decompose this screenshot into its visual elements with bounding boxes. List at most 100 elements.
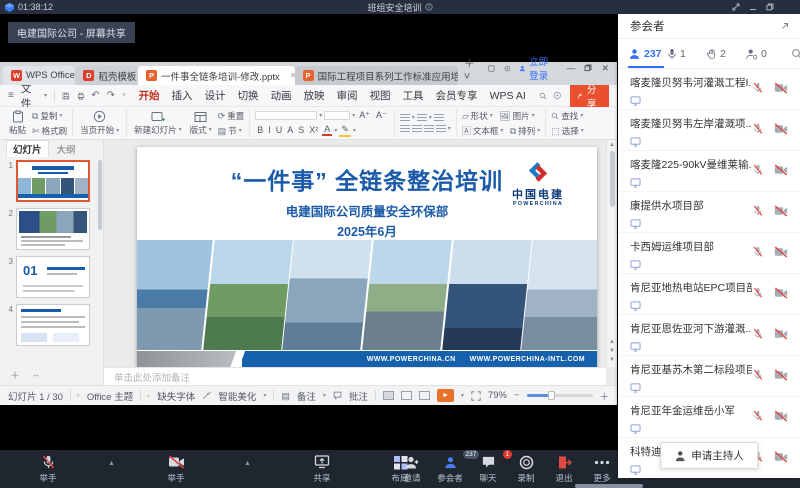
tab-waiting[interactable]: 0 (745, 48, 784, 60)
wps-menu-tab[interactable]: 审阅 (331, 87, 364, 104)
participant-row[interactable]: 喀麦隆贝努韦河灌溉工程I... (618, 69, 800, 110)
tab-slides[interactable]: 幻灯片 (6, 140, 49, 157)
align-left-icon[interactable] (400, 125, 410, 133)
next-slide-icon[interactable]: ▼ (609, 348, 615, 354)
notes-placeholder[interactable]: 单击此处添加备注 (104, 367, 606, 385)
participant-row[interactable]: 肯尼亚恩佐亚河下游灌溉... (618, 315, 800, 356)
mic-options-caret-icon[interactable]: ▲ (108, 460, 115, 467)
slide-thumbnail-3[interactable]: 01 (16, 256, 90, 298)
section-button[interactable]: ▤节▾ (218, 125, 245, 137)
slide-scrollbar[interactable]: ▲ ▲ ▼ ▼ (606, 140, 617, 367)
increase-font-icon[interactable]: A⁺ (357, 110, 372, 121)
hamburger-menu-icon[interactable]: ≡ (8, 90, 14, 101)
font-style-button[interactable]: B (255, 125, 265, 135)
wps-menu-tab[interactable]: WPS AI (484, 89, 532, 103)
close-tab-icon[interactable]: ✕ (290, 71, 295, 80)
reading-view-icon[interactable] (419, 391, 430, 400)
wps-menu-tab[interactable]: 插入 (166, 87, 199, 104)
smart-beautify-button[interactable]: 智能美化 (218, 389, 256, 403)
arrange-button[interactable]: 排列 (518, 125, 535, 137)
participant-camera-muted-icon[interactable] (774, 163, 788, 181)
font-style-button[interactable]: A (285, 125, 295, 135)
info-icon[interactable] (425, 3, 433, 11)
font-style-button[interactable]: I (266, 125, 273, 135)
fullscreen-icon[interactable] (732, 3, 740, 11)
participant-mic-muted-icon[interactable] (752, 122, 764, 140)
paste-button[interactable]: 粘贴 (7, 110, 28, 136)
participant-camera-muted-icon[interactable] (774, 286, 788, 304)
search-icon[interactable] (539, 91, 547, 101)
participants-button[interactable]: 237 参会者 (432, 454, 468, 484)
slide-thumbnail-2[interactable] (16, 208, 90, 250)
slide-thumbnail-4[interactable] (16, 304, 90, 346)
align-right-icon[interactable] (424, 125, 434, 133)
slide-thumbnail-1[interactable] (16, 160, 90, 202)
slide-canvas[interactable]: “一件事” 全链条整治培训 电建国际公司质量安全环保部 2025年6月 中国电建… (137, 147, 597, 368)
indent-icon[interactable] (434, 114, 444, 122)
slide-layout-button[interactable]: 版式▾ (188, 111, 214, 136)
picture-button[interactable]: 图片 (513, 110, 530, 122)
missing-font-warning[interactable]: 缺失字体 (157, 389, 195, 403)
mic-button[interactable]: 举手 (26, 454, 70, 484)
settings-icon[interactable] (504, 64, 511, 73)
participant-row[interactable]: 卡西姆运维项目部 (618, 233, 800, 274)
quick-access-caret-icon[interactable]: ˅ (122, 93, 126, 99)
wps-menu-tab[interactable]: 开始 (133, 87, 166, 104)
restore-icon[interactable] (766, 3, 774, 11)
minimize-icon[interactable] (749, 3, 757, 11)
font-color-button[interactable]: A (322, 124, 332, 136)
theme-name[interactable]: Office 主题 (87, 389, 133, 403)
format-painter-button[interactable]: ✄格式刷 (32, 125, 67, 137)
justify-icon[interactable] (436, 125, 446, 133)
copy-button[interactable]: ⧉复制▾ (32, 110, 67, 122)
help-icon[interactable] (553, 90, 561, 101)
save-icon[interactable] (62, 91, 70, 101)
participant-mic-muted-icon[interactable] (752, 81, 764, 99)
participant-row[interactable]: 肯尼亚基苏木第二标段项目 (618, 356, 800, 397)
font-style-button[interactable]: U (274, 125, 285, 135)
participant-row[interactable]: 喀麦隆贝努韦左岸灌溉项... (618, 110, 800, 151)
wps-minimize-icon[interactable]: — (566, 63, 575, 73)
textbox-button[interactable]: 🄰文本框▾ ⧉排列▾ (462, 125, 540, 137)
background-document-tab[interactable]: P 国际工程项目系列工作标准应用培训 (295, 66, 458, 85)
wps-menu-tab[interactable]: 会员专享 (430, 87, 484, 104)
align-center-icon[interactable] (412, 125, 422, 133)
new-slide-button[interactable]: 新建幻灯片▾ (132, 111, 184, 136)
login-button[interactable]: 立即登录 (519, 54, 557, 82)
file-menu[interactable]: 文件 (21, 81, 37, 111)
tab-unmuted[interactable]: 1 (667, 48, 706, 60)
docer-templates-tab[interactable]: D 稻壳模板 (75, 66, 138, 85)
participant-camera-muted-icon[interactable] (774, 81, 788, 99)
request-host-button[interactable]: 申请主持人 (660, 442, 758, 469)
popout-icon[interactable] (780, 21, 790, 31)
participant-mic-muted-icon[interactable] (752, 163, 764, 181)
decrease-font-icon[interactable]: A⁻ (374, 110, 389, 121)
camera-options-caret-icon[interactable]: ▲ (244, 460, 251, 467)
participant-row[interactable]: 肯尼亚年金运维岳小军 (618, 397, 800, 438)
font-style-button[interactable]: X² (307, 125, 320, 135)
invite-button[interactable]: 邀请 (394, 454, 430, 484)
zoom-slider[interactable] (527, 394, 593, 397)
more-button[interactable]: 更多 (584, 454, 620, 484)
slideshow-play-button[interactable]: ► (437, 389, 454, 402)
new-tab-button[interactable]: ＋ ˅ (458, 55, 488, 85)
participant-camera-muted-icon[interactable] (774, 122, 788, 140)
scroll-down-icon[interactable]: ▼ (609, 357, 615, 363)
thumbnail-scrollbar[interactable] (98, 160, 102, 230)
tab-all-participants[interactable]: 237 (628, 48, 667, 60)
participant-camera-muted-icon[interactable] (774, 368, 788, 386)
participant-mic-muted-icon[interactable] (752, 245, 764, 263)
participant-row[interactable]: 肯尼亚地热电站EPC项目部 (618, 274, 800, 315)
zoom-in-icon[interactable]: ＋ (600, 389, 610, 403)
notes-button[interactable]: 备注 (297, 389, 316, 403)
wps-home-tab[interactable]: W WPS Office (3, 66, 75, 85)
slide-sorter-view-icon[interactable] (401, 391, 412, 400)
tab-outline[interactable]: 大纲 (51, 141, 82, 157)
reset-button[interactable]: ⟳重置 (218, 110, 245, 122)
wps-restore-icon[interactable] (584, 64, 592, 72)
number-list-icon[interactable] (417, 114, 427, 122)
participant-mic-muted-icon[interactable] (752, 204, 764, 222)
tab-raised-hands[interactable]: 2 (706, 48, 745, 60)
record-button[interactable]: 录制 (508, 454, 544, 484)
wps-close-icon[interactable]: ✕ (601, 63, 609, 74)
